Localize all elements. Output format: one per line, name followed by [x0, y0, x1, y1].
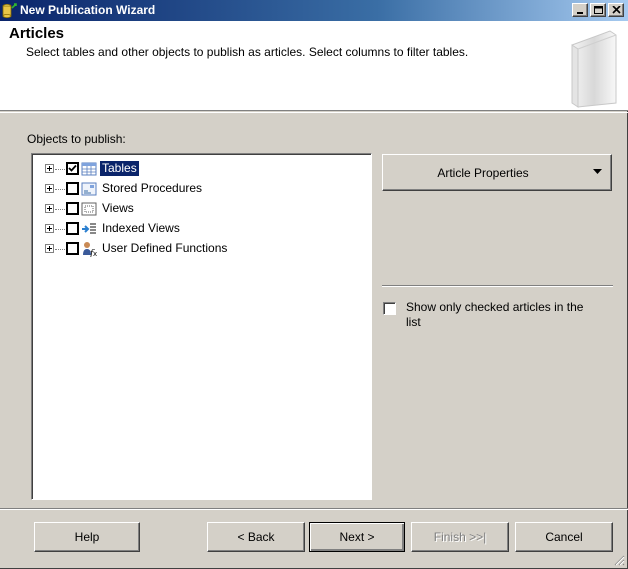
title-bar[interactable]: New Publication Wizard: [0, 0, 628, 21]
back-button[interactable]: < Back: [207, 522, 305, 552]
checkmark-icon: [68, 164, 77, 172]
function-icon: f x: [83, 242, 97, 257]
expand-icon[interactable]: [45, 184, 54, 193]
wizard-app-icon: [2, 3, 17, 18]
finish-button-label: Finish >>|: [433, 530, 487, 544]
header-separator: [0, 112, 628, 113]
maximize-icon: [594, 6, 603, 14]
minimize-icon: [577, 12, 583, 14]
tree-connector: [55, 189, 65, 190]
tree-node-label[interactable]: Stored Procedures: [100, 181, 204, 196]
views-checkbox[interactable]: [66, 202, 79, 215]
tree-node-user-defined-functions[interactable]: f x User Defined Functions: [32, 239, 362, 259]
tree-connector: [55, 229, 65, 230]
show-only-checked-label[interactable]: Show only checked articles in the list: [406, 300, 596, 330]
objects-tree[interactable]: Tables Stored Procedures Views Indexed V…: [31, 153, 372, 500]
tree-node-stored-procedures[interactable]: Stored Procedures: [32, 179, 362, 199]
expand-icon[interactable]: [45, 204, 54, 213]
resize-grip-icon[interactable]: [613, 554, 625, 566]
tree-connector: [55, 169, 65, 170]
tables-checkbox[interactable]: [66, 162, 79, 175]
tree-node-indexed-views[interactable]: Indexed Views: [32, 219, 362, 239]
objects-to-publish-label: Objects to publish:: [27, 132, 126, 146]
maximize-button[interactable]: [590, 3, 606, 17]
wizard-window: New Publication Wizard Articles Select t…: [0, 0, 628, 569]
options-divider: [382, 285, 613, 287]
tree-node-label[interactable]: User Defined Functions: [100, 241, 229, 256]
help-button[interactable]: Help: [34, 522, 140, 552]
expand-icon[interactable]: [45, 164, 54, 173]
table-icon: [81, 162, 97, 176]
footer-separator: [0, 508, 628, 510]
article-properties-label: Article Properties: [437, 165, 529, 180]
tree-node-label[interactable]: Indexed Views: [100, 221, 182, 236]
window-title: New Publication Wizard: [20, 3, 156, 17]
book-illustration: [571, 30, 617, 108]
finish-button: Finish >>|: [411, 522, 509, 552]
next-button-label: Next >: [339, 530, 375, 544]
next-button[interactable]: Next >: [309, 522, 405, 552]
page-title: Articles: [9, 25, 65, 42]
wizard-header: Articles Select tables and other objects…: [0, 21, 628, 111]
stored-procedure-icon: [81, 182, 97, 196]
svg-text:x: x: [93, 250, 97, 257]
page-description: Select tables and other objects to publi…: [26, 45, 469, 59]
back-button-label: < Back: [237, 530, 275, 544]
show-only-checked-checkbox[interactable]: [383, 302, 396, 315]
view-icon: [81, 202, 97, 216]
expand-icon[interactable]: [45, 224, 54, 233]
tree-connector: [55, 209, 65, 210]
tree-node-label[interactable]: Views: [100, 201, 136, 216]
minimize-button[interactable]: [572, 3, 588, 17]
tree-node-label[interactable]: Tables: [99, 160, 140, 177]
indexed-view-icon: [82, 223, 96, 234]
dropdown-arrow-icon: [593, 169, 602, 174]
expand-icon[interactable]: [45, 244, 54, 253]
article-properties-dropdown[interactable]: Article Properties: [382, 154, 612, 191]
cancel-button[interactable]: Cancel: [515, 522, 613, 552]
close-icon: [612, 6, 621, 14]
tree-connector: [55, 249, 65, 250]
user-defined-functions-checkbox[interactable]: [66, 242, 79, 255]
tree-node-views[interactable]: Views: [32, 199, 362, 219]
close-button[interactable]: [608, 3, 624, 17]
tree-node-tables[interactable]: Tables: [32, 159, 362, 179]
help-button-label: Help: [74, 530, 100, 544]
indexed-views-checkbox[interactable]: [66, 222, 79, 235]
stored-procedures-checkbox[interactable]: [66, 182, 79, 195]
cancel-button-label: Cancel: [545, 530, 583, 544]
